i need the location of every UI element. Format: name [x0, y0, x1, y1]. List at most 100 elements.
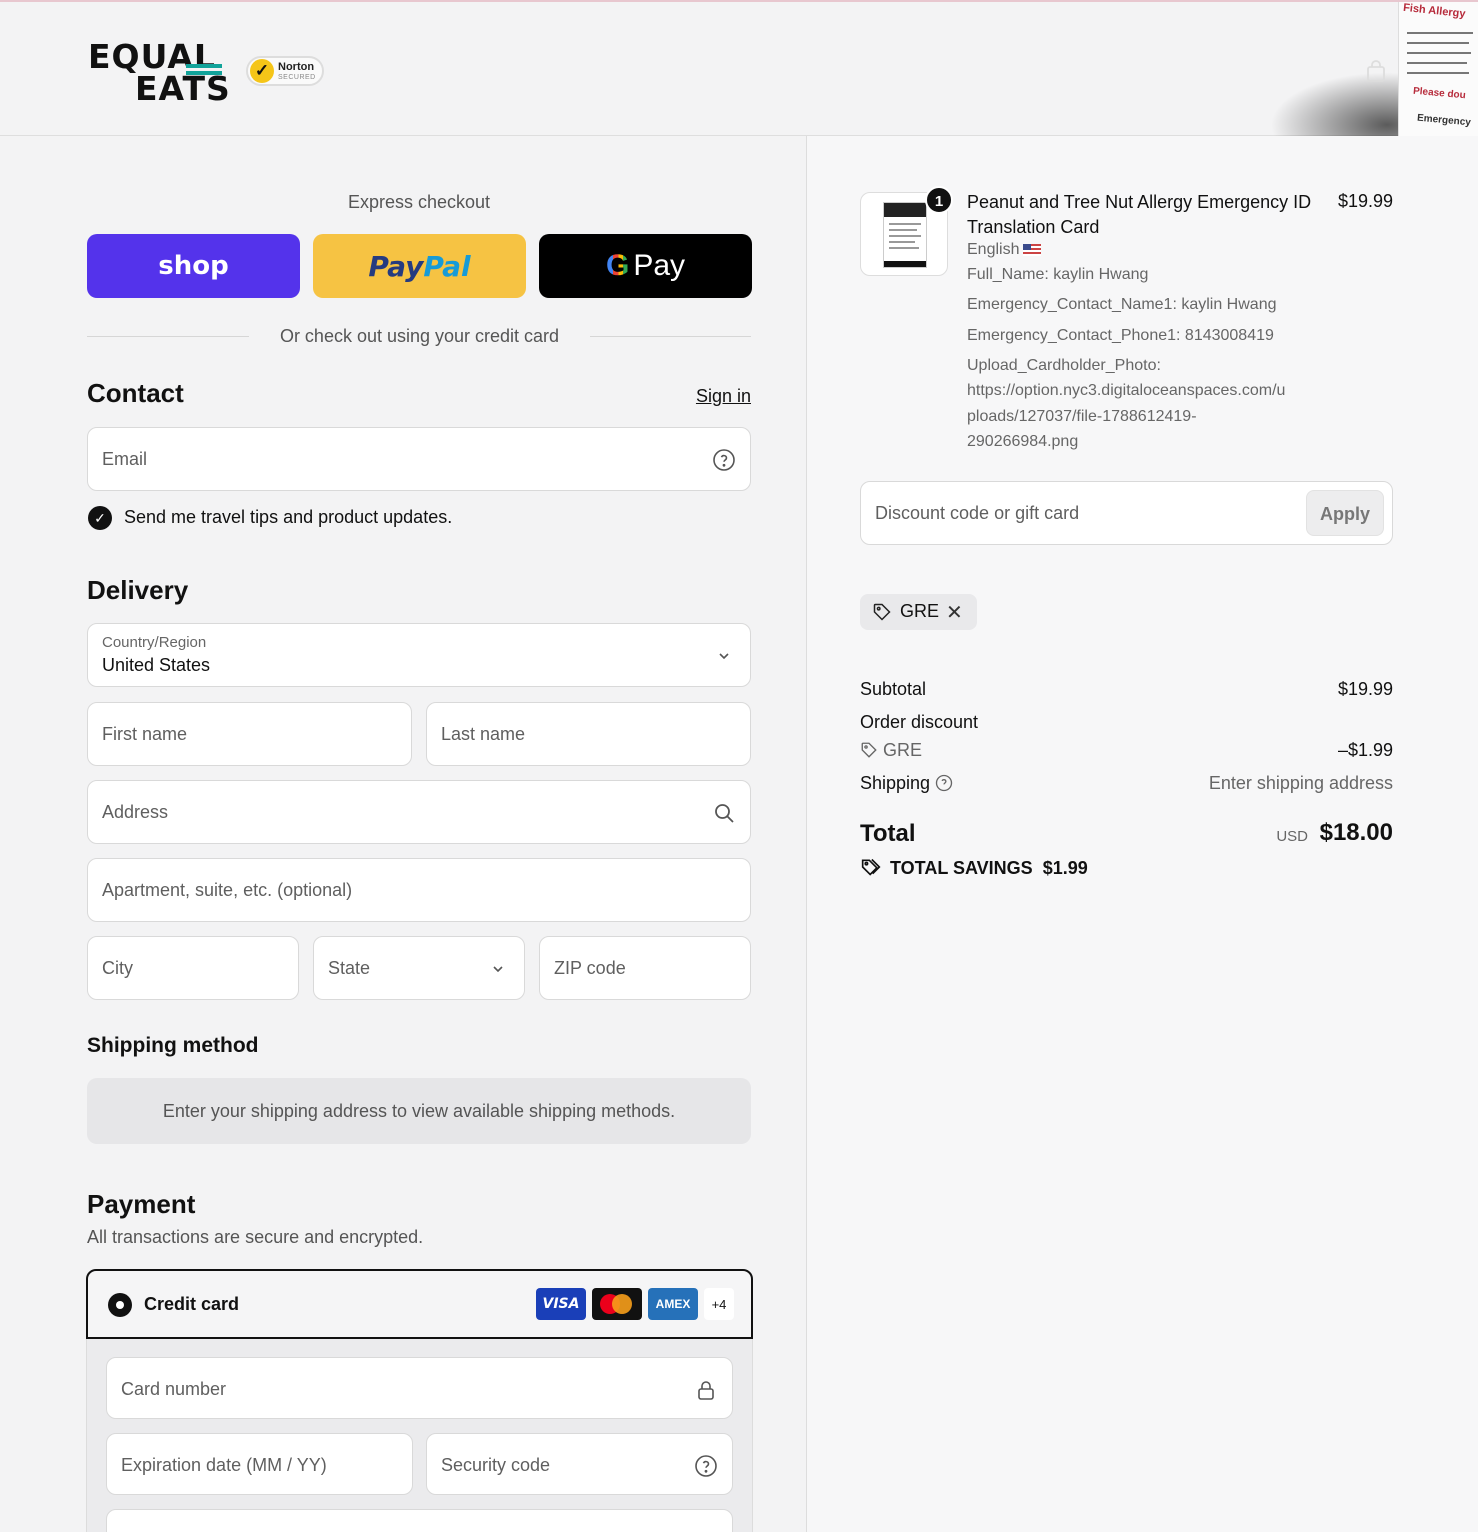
- tag-icon: [873, 603, 891, 621]
- applied-code: GRE: [900, 601, 940, 621]
- name-on-card-field[interactable]: [106, 1509, 733, 1532]
- discount-code-field[interactable]: Discount code or gift card Apply: [860, 481, 1393, 545]
- discount-code-row: GRE –$1.99: [860, 740, 1393, 761]
- quantity-badge: 1: [925, 186, 953, 214]
- tags-icon: [861, 858, 881, 876]
- id-card-image: [883, 202, 927, 268]
- norton-name: Norton: [278, 61, 315, 73]
- us-flag-icon: [1023, 243, 1042, 256]
- google-g-icon: G: [605, 249, 630, 282]
- apartment-placeholder: Apartment, suite, etc. (optional): [102, 880, 353, 900]
- address-placeholder: Address: [102, 802, 169, 822]
- shipping-method-title: Shipping method: [87, 1034, 259, 1057]
- shop-pay-label: shop: [158, 251, 229, 281]
- product-title: Peanut and Tree Nut Allergy Emergency ID…: [967, 192, 1312, 237]
- shipping-row: Shipping Enter shipping address: [860, 773, 1393, 794]
- product-upload-url: https://option.nyc3.digitaloceanspaces.c…: [967, 382, 1286, 399]
- allergy-poster-image: Fish Allergy Please dou Emergency: [1398, 2, 1478, 137]
- state-select[interactable]: State: [313, 936, 525, 1000]
- expiration-placeholder: Expiration date (MM / YY): [121, 1455, 327, 1475]
- chevron-down-icon: [493, 966, 503, 973]
- order-summary: 1 Peanut and Tree Nut Allergy Emergency …: [807, 136, 1478, 1532]
- poster-title: Fish Allergy: [1402, 2, 1467, 21]
- equal-eats-logo[interactable]: EQUAL EATS: [88, 38, 238, 108]
- paypal-label-pal: Pal: [423, 249, 471, 283]
- paypal-button[interactable]: Pay Pal: [313, 234, 526, 298]
- mastercard-icon: [592, 1288, 642, 1320]
- remove-discount-icon[interactable]: ✕: [946, 600, 963, 625]
- amex-icon: AMEX: [648, 1288, 698, 1320]
- email-field[interactable]: Email: [87, 427, 751, 491]
- product-emergency-phone: Emergency_Contact_Phone1: 8143008419: [967, 327, 1274, 344]
- poster-emergency: Emergency: [1416, 112, 1472, 129]
- state-placeholder: State: [328, 958, 371, 978]
- help-circle-icon[interactable]: [712, 448, 736, 472]
- poster-line: [1407, 32, 1473, 34]
- sign-in-link[interactable]: Sign in: [696, 386, 751, 407]
- newsletter-checkbox[interactable]: ✓: [88, 506, 112, 530]
- help-circle-icon[interactable]: [935, 774, 953, 792]
- payment-title: Payment: [87, 1189, 196, 1219]
- product-upload-url: ploads/127037/file-1788612419-: [967, 408, 1197, 425]
- header: EQUAL EATS ✓ Norton SECURED Fish Allergy…: [0, 0, 1478, 138]
- card-number-field[interactable]: Card number: [106, 1357, 733, 1419]
- apartment-field[interactable]: Apartment, suite, etc. (optional): [87, 858, 751, 922]
- savings-value: $1.99: [1042, 858, 1088, 878]
- credit-card-option[interactable]: Credit card VISA AMEX +4: [86, 1269, 753, 1339]
- product-emergency-name: Emergency_Contact_Name1: kaylin Hwang: [967, 296, 1277, 313]
- subtotal-value: $19.99: [1337, 679, 1393, 699]
- delivery-title: Delivery: [87, 575, 189, 605]
- first-name-placeholder: First name: [102, 724, 188, 744]
- savings-label: TOTAL SAVINGS: [890, 858, 1033, 878]
- apply-button[interactable]: Apply: [1306, 490, 1384, 536]
- chevron-down-icon: [719, 653, 729, 660]
- address-field[interactable]: Address: [87, 780, 751, 844]
- paypal-label-pay: Pay: [368, 249, 424, 283]
- discount-code-label: GRE: [883, 740, 923, 760]
- shopping-bag-icon[interactable]: [1364, 60, 1388, 84]
- google-pay-button[interactable]: G Pay: [539, 234, 752, 298]
- card-details-panel: Card number Expiration date (MM / YY) Se…: [86, 1339, 753, 1532]
- search-icon: [715, 804, 734, 823]
- total-label: Total: [860, 820, 916, 847]
- newsletter-label: Send me travel tips and product updates.: [124, 507, 453, 527]
- applied-discount-chip: GRE ✕: [860, 594, 977, 630]
- shipping-method-message: Enter your shipping address to view avai…: [87, 1078, 751, 1144]
- country-label: Country/Region: [102, 634, 207, 651]
- order-discount-label: Order discount: [860, 712, 979, 732]
- logo-line2: EATS: [135, 69, 231, 108]
- poster-line: [1407, 52, 1471, 54]
- zip-placeholder: ZIP code: [554, 958, 626, 978]
- divider-line: [590, 336, 751, 337]
- expiration-field[interactable]: Expiration date (MM / YY): [106, 1433, 413, 1495]
- help-circle-icon[interactable]: [694, 1454, 718, 1478]
- credit-card-radio[interactable]: [108, 1293, 132, 1317]
- shipping-label: Shipping: [860, 773, 931, 793]
- lock-icon: [698, 1381, 714, 1400]
- country-select[interactable]: Country/Region United States: [87, 623, 751, 687]
- order-discount-row: Order discount: [860, 712, 1393, 733]
- city-placeholder: City: [102, 958, 133, 978]
- last-name-field[interactable]: Last name: [426, 702, 751, 766]
- subtotal-row: Subtotal $19.99: [860, 679, 1393, 700]
- poster-please: Please dou: [1412, 85, 1467, 102]
- product-upload-url: 290266984.png: [967, 433, 1079, 450]
- discount-placeholder: Discount code or gift card: [875, 503, 1080, 523]
- zip-field[interactable]: ZIP code: [539, 936, 751, 1000]
- poster-line: [1407, 42, 1469, 44]
- more-cards-badge: +4: [704, 1288, 734, 1320]
- google-pay-label: Pay: [633, 249, 686, 282]
- credit-card-label: Credit card: [144, 1294, 240, 1314]
- poster-line: [1407, 62, 1467, 64]
- security-code-field[interactable]: Security code: [426, 1433, 733, 1495]
- city-field[interactable]: City: [87, 936, 299, 1000]
- shop-pay-button[interactable]: shop: [87, 234, 300, 298]
- currency-code: USD: [1276, 828, 1308, 845]
- logo-accent: [186, 64, 222, 68]
- contact-title: Contact: [87, 378, 184, 408]
- divider-line: [87, 336, 249, 337]
- first-name-field[interactable]: First name: [87, 702, 412, 766]
- express-checkout-title: Express checkout: [347, 192, 491, 212]
- payment-subtitle: All transactions are secure and encrypte…: [87, 1227, 424, 1247]
- poster-line: [1407, 72, 1469, 74]
